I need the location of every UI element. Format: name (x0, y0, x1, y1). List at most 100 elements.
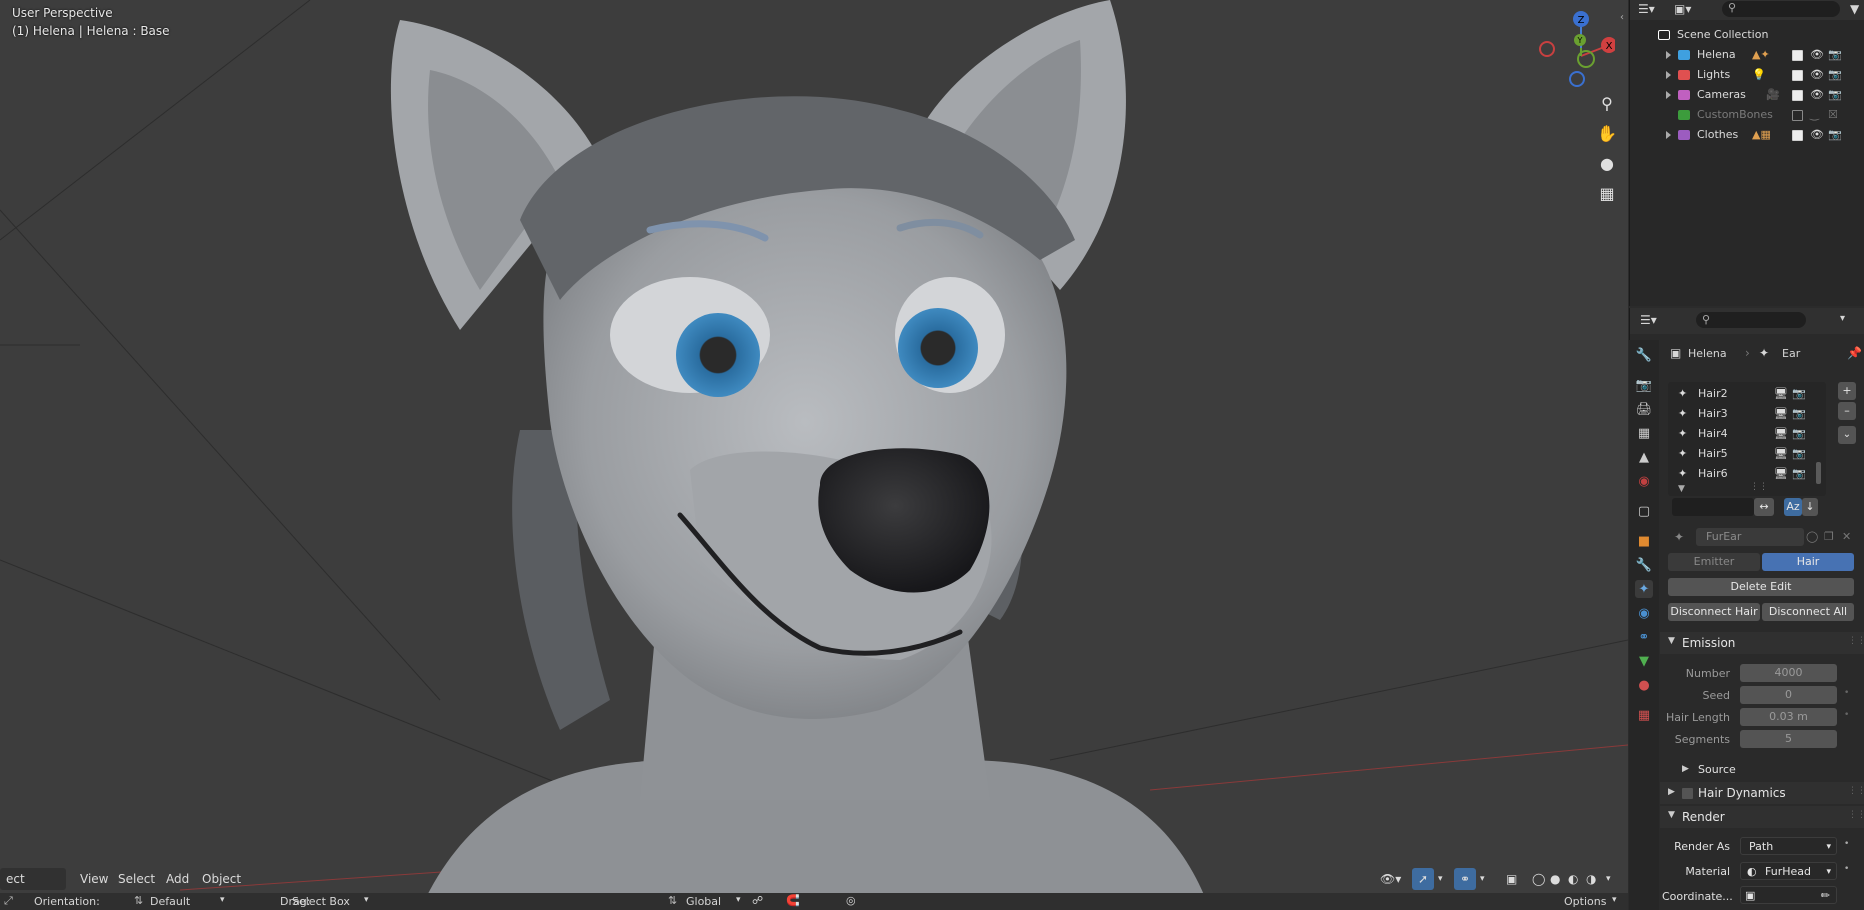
scene-collection-row[interactable]: Scene Collection (1630, 25, 1864, 45)
remove-particle-system-button[interactable]: – (1838, 402, 1856, 420)
active-tool-icon[interactable]: ⤢ (4, 894, 13, 908)
list-item[interactable]: ✦ Hair3 🖥 📷 (1672, 404, 1822, 424)
viewport-scene[interactable] (0, 0, 1628, 910)
drag-dropdown[interactable]: Select Box (292, 895, 350, 908)
seed-field[interactable]: 0 (1740, 686, 1837, 704)
pin-icon[interactable]: 📌 (1847, 346, 1862, 360)
invert-filter-icon[interactable]: ↔ (1754, 498, 1774, 516)
exclude-checkbox[interactable] (1792, 85, 1803, 105)
expand-icon[interactable] (1666, 45, 1671, 65)
eye-icon[interactable]: 👁 (1810, 65, 1824, 85)
outliner-item-clothes[interactable]: Clothes ▲▦ 👁 📷 (1630, 125, 1864, 145)
list-expand-icon[interactable]: ▼ (1678, 484, 1685, 494)
properties-search-input[interactable]: ⚲ (1696, 312, 1806, 328)
render-camera-icon[interactable]: 📷 (1792, 404, 1806, 424)
constraints-tab-icon[interactable]: ⚭ (1635, 628, 1653, 646)
emission-panel-header[interactable]: ▼ Emission ⋮⋮ (1660, 632, 1864, 654)
render-tab-icon[interactable]: 📷 (1635, 376, 1653, 394)
physics-tab-icon[interactable]: ◉ (1635, 604, 1653, 622)
viewport-display-icon[interactable]: 🖥 (1774, 404, 1788, 424)
ortho-grid-icon[interactable]: ▦ (1592, 178, 1622, 208)
render-as-dropdown[interactable]: Path ▾ (1740, 837, 1837, 855)
eyedropper-icon[interactable]: ✏ (1821, 887, 1830, 905)
overlays-icon[interactable]: ⚭ (1454, 868, 1477, 890)
exclude-checkbox[interactable] (1792, 105, 1803, 125)
camera-icon[interactable]: 🎥 (1766, 85, 1780, 105)
xray-toggle-icon[interactable]: ▣ (1500, 868, 1523, 890)
outliner-item-lights[interactable]: Lights 💡 👁 📷 (1630, 65, 1864, 85)
menu-add[interactable]: Add (160, 868, 195, 890)
material-dropdown[interactable]: ◐ FurHead ▾ (1740, 862, 1837, 880)
editor-type-icon[interactable]: ☰▾ (1640, 313, 1657, 327)
eye-closed-icon[interactable]: ‿ (1810, 105, 1819, 125)
mode-selector[interactable]: ect Mode▾ (0, 868, 66, 908)
outliner-item-cameras[interactable]: Cameras 🎥 👁 📷 (1630, 85, 1864, 105)
gizmo-toggle-icon[interactable]: ➚ (1412, 868, 1435, 890)
outliner-item-helena[interactable]: Helena ▲✦ 👁 📷 (1630, 45, 1864, 65)
render-disabled-icon[interactable]: ☒ (1828, 105, 1838, 125)
number-field[interactable]: 4000 (1740, 664, 1837, 682)
zoom-icon[interactable]: ⚲ (1592, 88, 1622, 118)
render-camera-icon[interactable]: 📷 (1792, 464, 1806, 484)
render-camera-icon[interactable]: 📷 (1792, 444, 1806, 464)
add-particle-system-button[interactable]: + (1838, 382, 1856, 400)
viewport-display-icon[interactable]: 🖥 (1774, 464, 1788, 484)
options-dropdown-icon[interactable]: ▾ (1840, 313, 1845, 324)
type-emitter-tab[interactable]: Emitter (1668, 553, 1760, 571)
panel-drag-handle[interactable]: ⋮⋮ (1848, 786, 1864, 796)
mesh-icon[interactable]: ▲✦ (1752, 45, 1770, 65)
particle-settings-field[interactable]: FurEar (1696, 528, 1804, 546)
expand-icon[interactable] (1666, 125, 1671, 145)
navigation-gizmo[interactable]: Z X Y (1535, 8, 1617, 88)
exclude-checkbox[interactable] (1792, 125, 1803, 145)
data-tab-icon[interactable]: ▼ (1635, 652, 1653, 670)
object-tab-icon[interactable]: ■ (1635, 532, 1653, 550)
duplicate-icon[interactable]: ❐ (1824, 530, 1834, 543)
render-camera-icon[interactable]: 📷 (1792, 424, 1806, 444)
hair-dynamics-checkbox[interactable] (1682, 786, 1693, 800)
exclude-checkbox[interactable] (1792, 45, 1803, 65)
list-item[interactable]: ✦ Hair4 🖥 📷 (1672, 424, 1822, 444)
expand-icon[interactable] (1666, 65, 1671, 85)
orientation-dropdown[interactable]: Default (150, 895, 190, 908)
light-icon[interactable]: 💡 (1752, 65, 1766, 85)
fake-user-icon[interactable]: ◯ (1806, 530, 1818, 543)
texture-tab-icon[interactable]: ▦ (1635, 706, 1653, 724)
menu-select[interactable]: Select (112, 868, 161, 890)
list-item[interactable]: ✦ Hair2 🖥 📷 (1672, 384, 1822, 404)
keyframe-dot-icon[interactable]: • (1844, 864, 1849, 874)
render-camera-icon[interactable]: 📷 (1828, 65, 1842, 85)
mesh-icon[interactable]: ▲▦ (1752, 125, 1771, 145)
list-item[interactable]: ✦ Hair5 🖥 📷 (1672, 444, 1822, 464)
segments-field[interactable]: 5 (1740, 730, 1837, 748)
unlink-icon[interactable]: ✕ (1842, 530, 1851, 543)
sort-alpha-icon[interactable]: Az (1784, 498, 1802, 516)
output-tab-icon[interactable]: 🖨 (1635, 400, 1653, 418)
panel-drag-handle[interactable]: ⋮⋮ (1848, 810, 1864, 820)
overlays-dropdown-icon[interactable]: ▾ (1474, 868, 1491, 890)
eye-icon[interactable]: 👁 (1810, 85, 1824, 105)
keyframe-dot-icon[interactable]: • (1844, 839, 1849, 849)
hair-length-field[interactable]: 0.03 m (1740, 708, 1837, 726)
material-tab-icon[interactable]: ● (1635, 676, 1653, 694)
eye-icon[interactable]: 👁 (1810, 125, 1824, 145)
filter-icon[interactable]: ▼ (1850, 2, 1859, 16)
hair-dynamics-panel-header[interactable]: ▶ Hair Dynamics ⋮⋮ (1660, 782, 1864, 804)
disconnect-all-button[interactable]: Disconnect All (1762, 603, 1854, 621)
camera-view-icon[interactable]: ● (1592, 148, 1622, 178)
coordinate-object-field[interactable]: ▣ ✏ (1740, 886, 1837, 904)
panel-drag-handle[interactable]: ⋮⋮ (1848, 636, 1864, 646)
outliner-search-input[interactable]: ⚲ (1722, 1, 1840, 17)
options-dropdown[interactable]: Options (1564, 895, 1606, 908)
keyframe-dot-icon[interactable]: • (1844, 710, 1849, 720)
view-layer-tab-icon[interactable]: ▦ (1635, 424, 1653, 442)
pivot-point-icon[interactable]: ☍ (752, 894, 763, 907)
snap-icon[interactable]: 🧲 (786, 894, 800, 907)
collection-tab-icon[interactable]: ▢ (1635, 502, 1653, 520)
exclude-checkbox[interactable] (1792, 65, 1803, 85)
menu-object[interactable]: Object (196, 868, 247, 890)
render-camera-icon[interactable]: 📷 (1828, 85, 1842, 105)
tool-tab-icon[interactable]: 🔧 (1635, 346, 1653, 364)
outliner-item-custombones[interactable]: CustomBones ‿ ☒ (1630, 105, 1864, 125)
shading-dropdown-icon[interactable]: ▾ (1600, 868, 1617, 890)
